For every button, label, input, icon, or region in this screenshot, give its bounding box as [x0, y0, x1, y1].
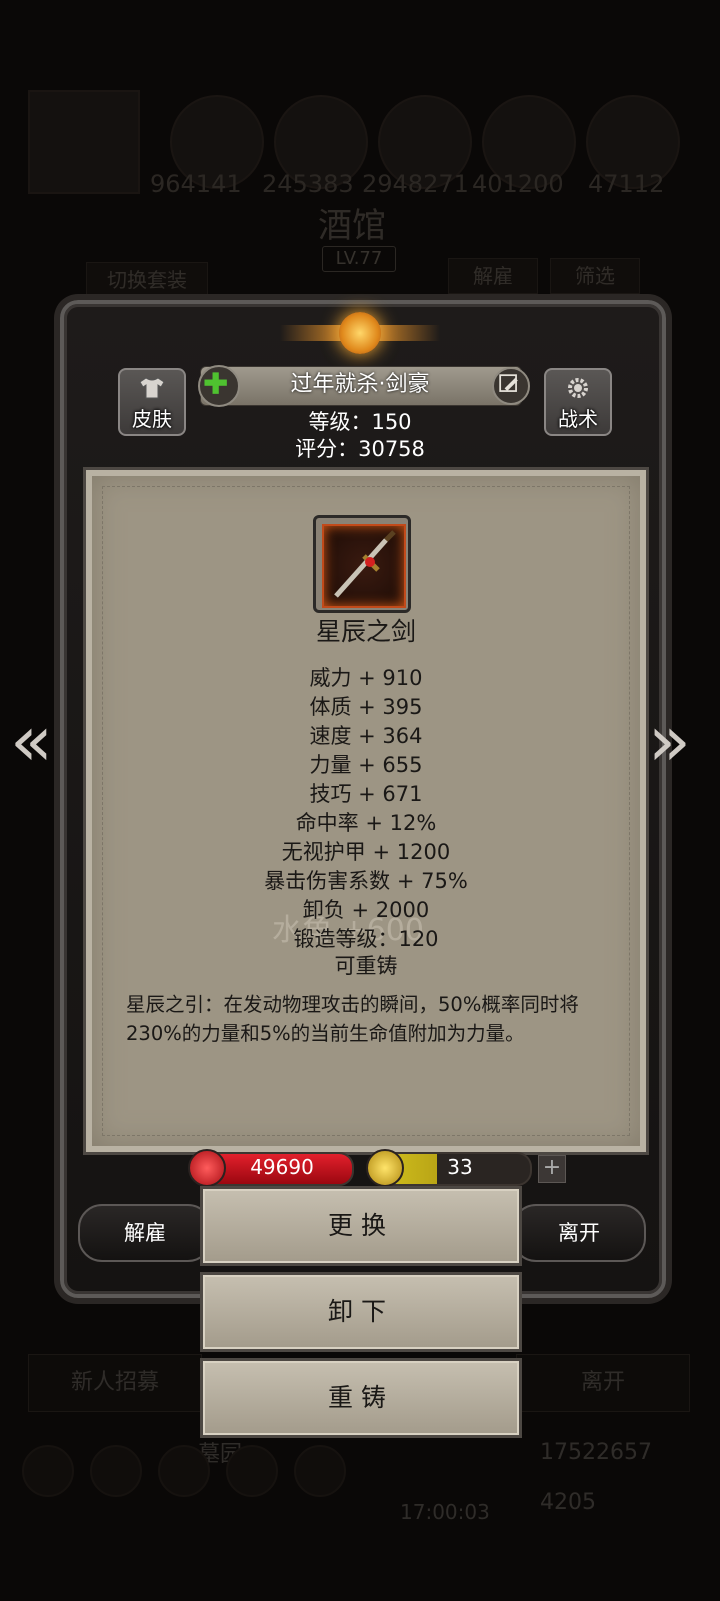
- bg-page-title: 酒馆: [318, 206, 386, 246]
- reforge-button[interactable]: 重铸: [200, 1358, 522, 1438]
- bg-dismiss-button: 解雇: [448, 258, 538, 294]
- item-description: 星辰之引：在发动物理攻击的瞬间，50%概率同时将230%的力量和5%的当前生命值…: [126, 993, 579, 1045]
- item-slot: [313, 515, 411, 613]
- bg-leave-button: 离开: [516, 1354, 690, 1412]
- bg-menu-icon: [90, 1445, 142, 1497]
- tactics-button[interactable]: 战术: [544, 368, 612, 436]
- leave-button[interactable]: 离开: [512, 1204, 646, 1262]
- reforgeable-text: 可重铸: [334, 954, 398, 978]
- shirt-icon: [139, 377, 165, 399]
- bg-stat: 964141: [150, 170, 242, 198]
- bg-gem-value: 4205: [540, 1490, 596, 1515]
- stat-line: 无视护甲 + 1200: [281, 840, 451, 864]
- add-energy-button[interactable]: +: [538, 1155, 566, 1183]
- stat-line: 速度 + 364: [309, 724, 423, 748]
- lightning-icon: [366, 1149, 404, 1187]
- hero-name: 过年就杀·剑豪: [290, 372, 430, 397]
- bg-timer: 17:00:03: [400, 1500, 490, 1524]
- dismiss-button[interactable]: 解雇: [78, 1204, 212, 1262]
- bg-recruit-button: 新人招募: [28, 1354, 202, 1412]
- stat-line: 力量 + 655: [309, 753, 423, 777]
- bg-gold-value: 17522657: [540, 1440, 652, 1465]
- hp-value: 49690: [250, 1155, 314, 1179]
- bg-stat: 245383: [262, 170, 354, 198]
- skin-button[interactable]: 皮肤: [118, 368, 186, 436]
- hero-score: 评分：30758: [295, 437, 425, 461]
- bg-stat: 2948271: [362, 170, 469, 198]
- item-stats-list: 威力 + 910 体质 + 395 速度 + 364 力量 + 655 技巧 +…: [86, 664, 646, 954]
- unequip-button[interactable]: 卸下: [200, 1272, 522, 1352]
- bg-menu-icon: [22, 1445, 74, 1497]
- edit-name-button[interactable]: [492, 367, 530, 405]
- bg-hero-portrait: [28, 90, 140, 194]
- stat-line: 体质 + 395: [309, 695, 423, 719]
- skin-label: 皮肤: [132, 407, 172, 431]
- bg-level-badge: LV.77: [322, 246, 396, 272]
- bg-filter-button: 筛选: [550, 258, 640, 294]
- stat-line: 威力 + 910: [309, 666, 423, 690]
- pencil-icon: [499, 374, 518, 392]
- plus-icon: [204, 372, 227, 394]
- stat-line: 暴击伤害系数 + 75%: [264, 869, 468, 893]
- hero-level: 等级：150: [308, 410, 412, 434]
- bg-menu-icon: [294, 1445, 346, 1497]
- bg-menu-icon: [226, 1445, 278, 1497]
- replace-button[interactable]: 更换: [200, 1186, 522, 1266]
- stat-line: 技巧 + 671: [309, 782, 423, 806]
- prev-arrow-icon[interactable]: «: [10, 700, 53, 782]
- sun-emblem-icon: [339, 312, 381, 354]
- energy-value: 33: [447, 1155, 473, 1179]
- stat-line: 命中率 + 12%: [295, 811, 437, 835]
- gear-icon: [568, 378, 588, 398]
- bg-stat: 401200: [472, 170, 564, 198]
- next-arrow-icon[interactable]: »: [648, 700, 691, 782]
- item-name: 星辰之剑: [315, 617, 416, 646]
- tactics-label: 战术: [558, 407, 598, 431]
- stat-line: 卸负 + 2000: [302, 898, 430, 922]
- bg-switch-set-button: 切换套装: [86, 262, 208, 298]
- bg-menu-icon: [158, 1445, 210, 1497]
- sword-icon: [334, 530, 396, 598]
- bg-stat: 47112: [588, 170, 665, 198]
